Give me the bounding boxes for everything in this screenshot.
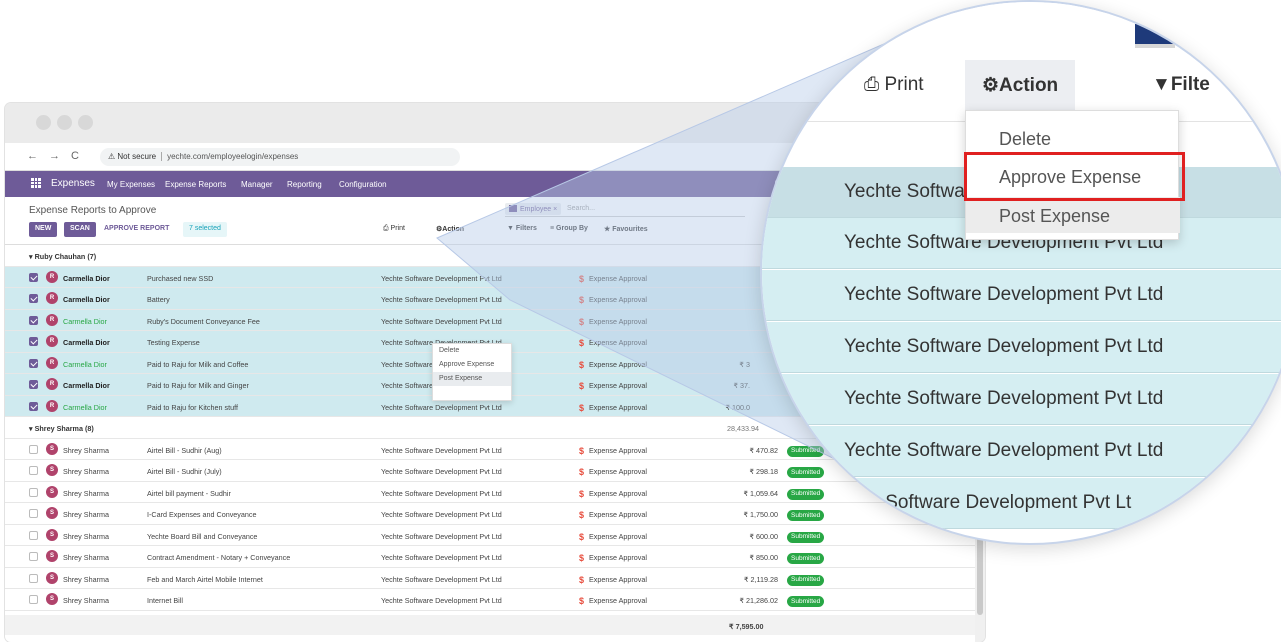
zoomed-row: chte Software Development Pvt Lt — [762, 478, 1281, 529]
zoomed-menu-item-delete[interactable]: Delete — [999, 129, 1051, 150]
zoomed-action-button[interactable]: ⚙Action — [982, 74, 1058, 97]
zoomed-print-button[interactable]: ⎙ Print — [864, 74, 924, 96]
zoomed-print-label: Print — [884, 74, 924, 95]
zoomed-action-label: Action — [999, 75, 1059, 96]
zoomed-company: Yechte Software Development Pvt Ltd — [844, 284, 1164, 305]
approve-expense-highlight-box — [964, 152, 1185, 201]
zoomed-menu-item-post-expense[interactable]: Post Expense — [999, 206, 1110, 227]
zoomed-content: ⎙ Print ⚙Action ▼Filte Yechte Softwa Yec… — [762, 2, 1281, 543]
zoomed-row: Yechte Software Development Pvt Ltd — [762, 374, 1281, 425]
filter-icon: ▼ — [1152, 74, 1171, 95]
zoomed-button-fragment — [1135, 24, 1175, 44]
zoomed-company: chte Software Development Pvt Lt — [844, 492, 1132, 513]
zoomed-row: Yechte Software Development Pvt Ltd — [762, 270, 1281, 321]
zoomed-filters-label: Filte — [1170, 74, 1210, 95]
zoomed-row: Yechte Software Development Pvt Ltd — [762, 322, 1281, 373]
zoomed-company: Yechte Software Development Pvt Ltd — [844, 440, 1164, 461]
zoomed-underline-fragment — [1135, 44, 1175, 48]
zoomed-row: Yechte Software Development Pvt Ltd — [762, 426, 1281, 477]
screenshot-stage: ← → C ⚠ Not secure yechte.com/employeelog… — [0, 0, 1281, 642]
zoomed-company: Yechte Software Development Pvt Ltd — [844, 336, 1164, 357]
zoomed-filters-button[interactable]: ▼Filte — [1152, 74, 1210, 96]
zoom-magnifier: ⎙ Print ⚙Action ▼Filte Yechte Softwa Yec… — [760, 0, 1281, 545]
zoomed-company: Yechte Software Development Pvt Ltd — [844, 388, 1164, 409]
zoomed-company: Yechte Softwa — [844, 181, 965, 202]
gear-icon: ⚙ — [982, 75, 1000, 96]
printer-icon: ⎙ — [864, 74, 885, 95]
